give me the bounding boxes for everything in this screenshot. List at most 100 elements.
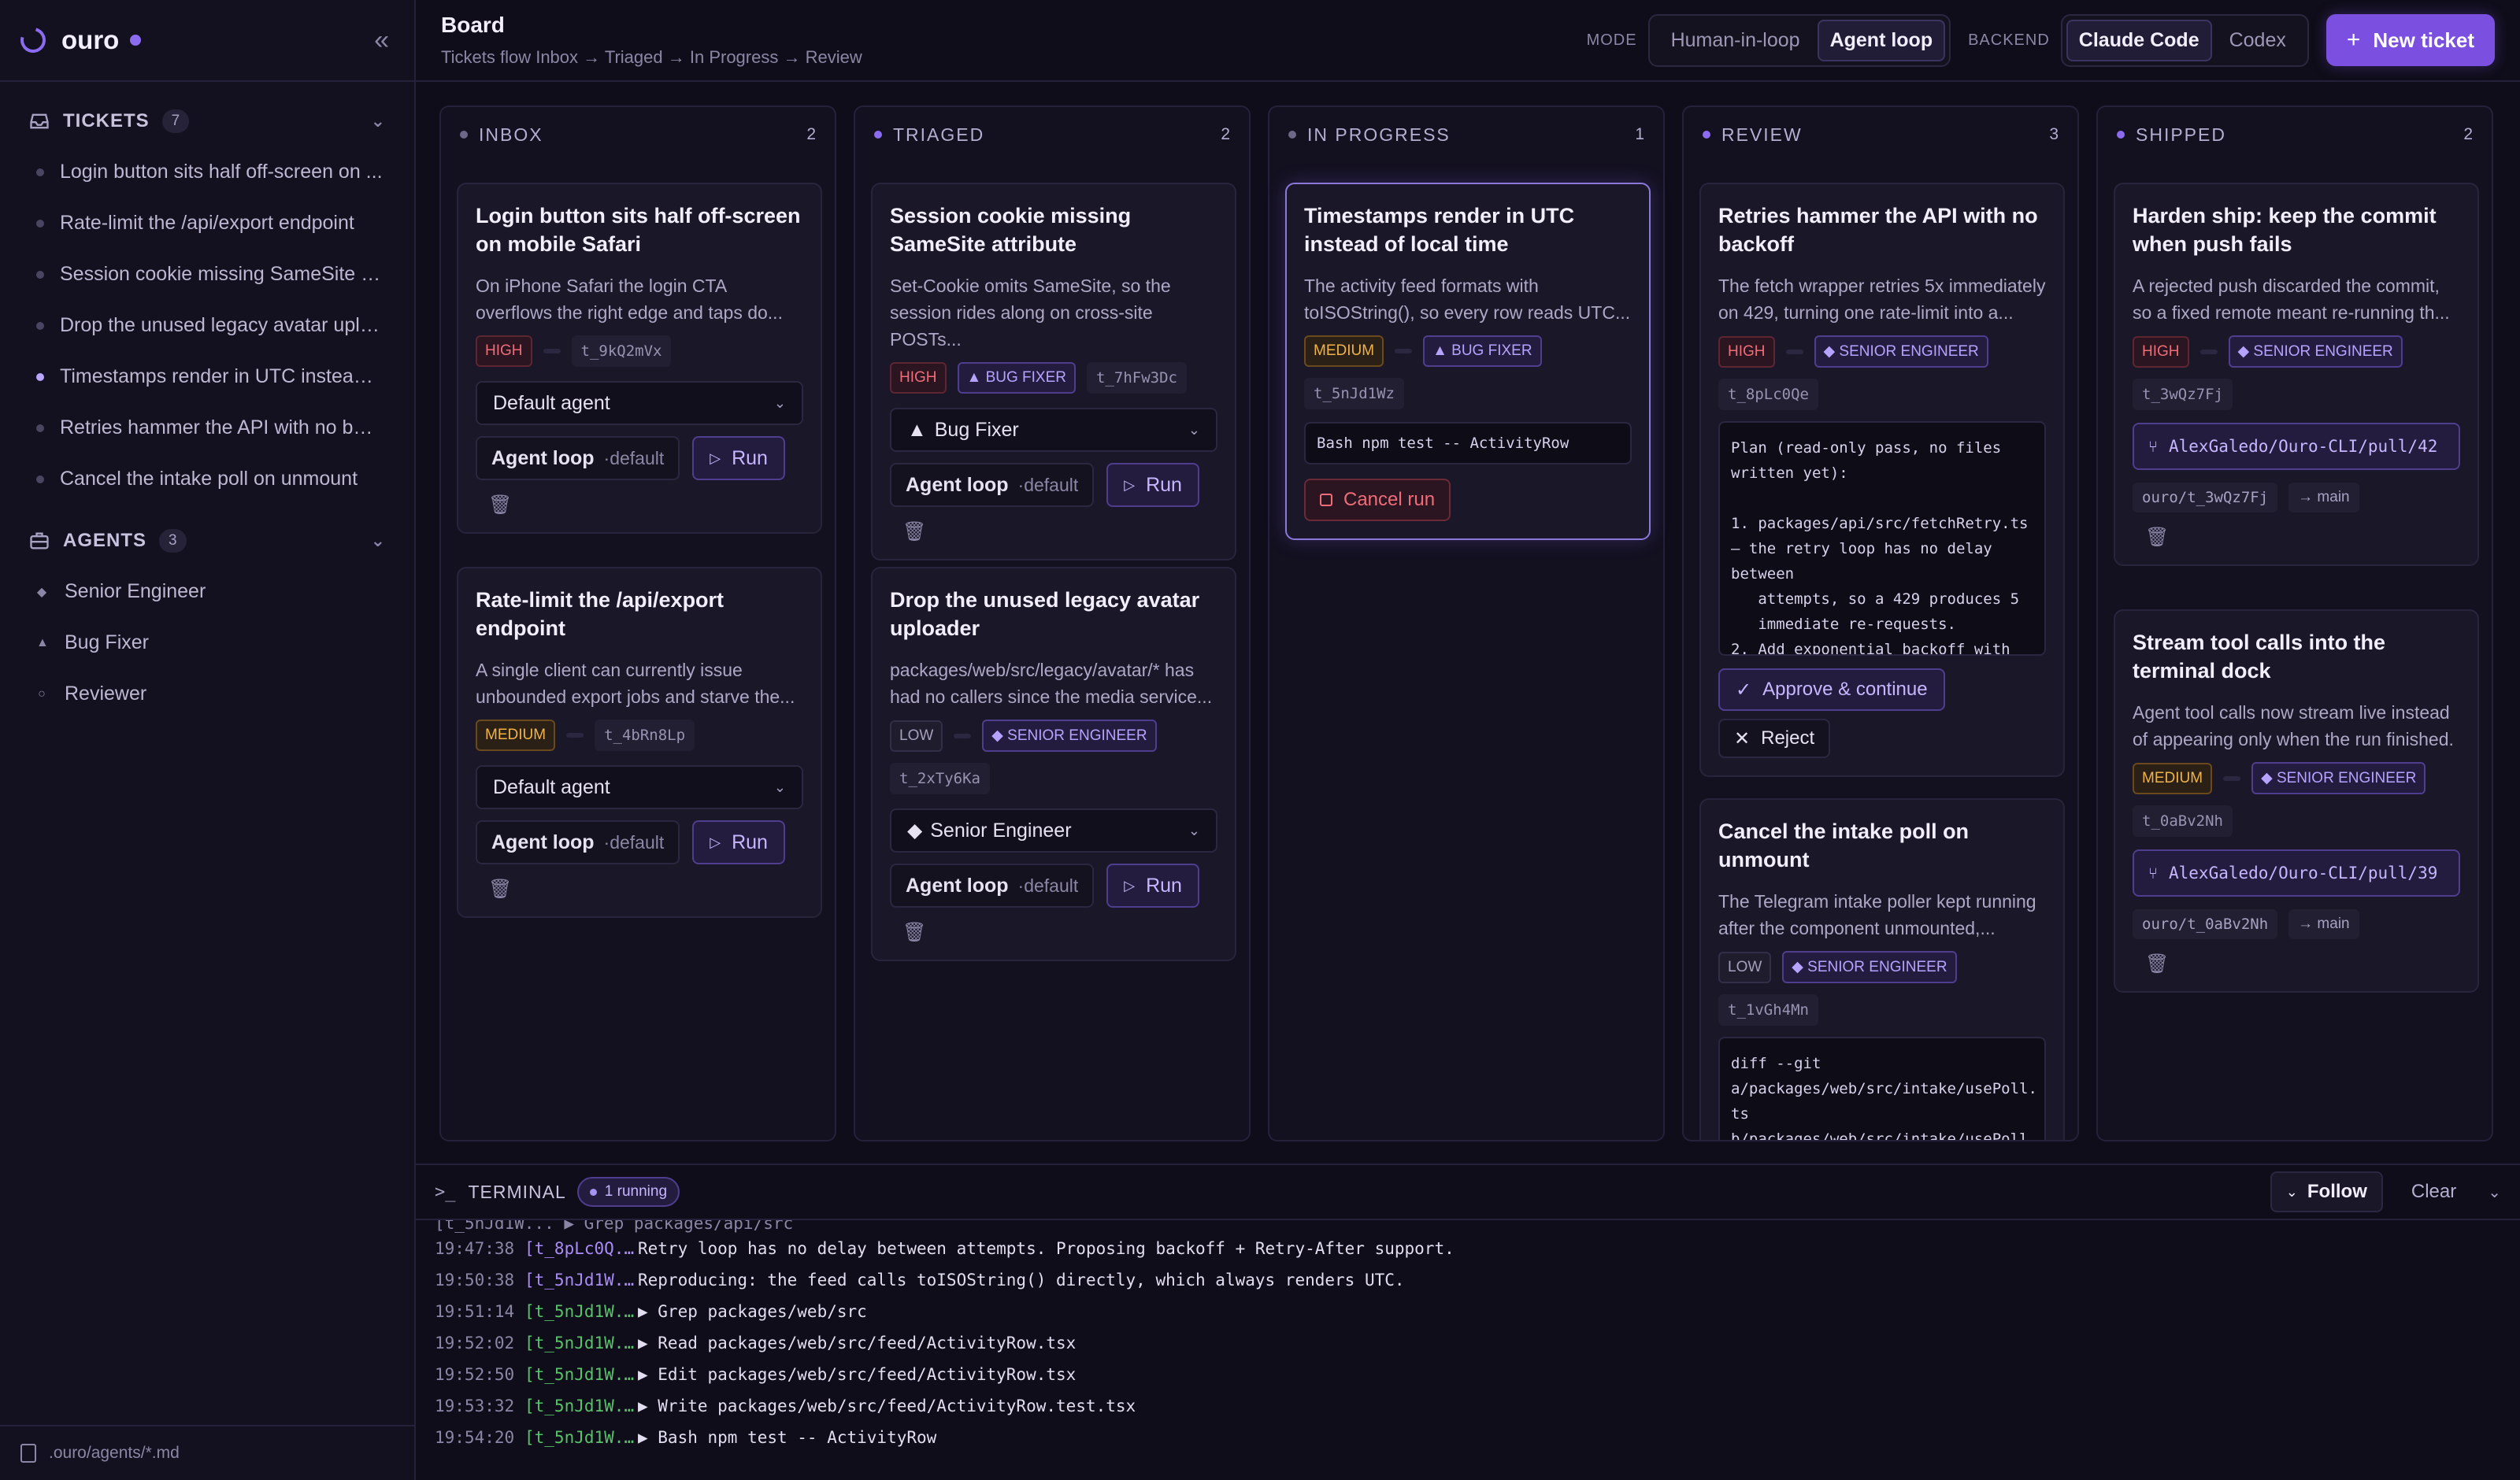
agents-path: .ouro/agents/*.md: [49, 1444, 180, 1462]
trash-icon[interactable]: 🗑: [2145, 955, 2169, 974]
divider: [2223, 775, 2241, 781]
reject-button[interactable]: ✕ Reject: [1718, 719, 1831, 758]
bullet-dot-icon: [36, 475, 44, 483]
log-time: 19:50:38: [435, 1271, 515, 1289]
ticket-card[interactable]: Cancel the intake poll on unmount The Te…: [1699, 798, 2065, 1140]
list-item[interactable]: Timestamps render in UTC instead o...: [0, 351, 414, 402]
collapse-sidebar-icon[interactable]: «: [374, 27, 389, 54]
loop-sub: ·default: [1017, 875, 1079, 896]
list-item[interactable]: Rate-limit the /api/export endpoint: [0, 198, 414, 249]
ticket-card[interactable]: Drop the unused legacy avatar uploader p…: [871, 567, 1236, 961]
trash-icon[interactable]: 🗑: [902, 523, 926, 542]
agent-select[interactable]: ▲ Bug Fixer ⌄: [890, 408, 1217, 452]
run-button[interactable]: ▷ Run: [1106, 463, 1199, 507]
tickets-count-badge: 7: [161, 109, 190, 133]
list-item[interactable]: Cancel the intake poll on unmount: [0, 453, 414, 505]
agent-select[interactable]: Default agent ⌄: [476, 765, 803, 809]
pull-request-link[interactable]: ⑂ AlexGaledo/Ouro-CLI/pull/42: [2133, 423, 2460, 470]
play-icon: ▷: [1124, 877, 1136, 894]
log-message: ▶ Edit packages/web/src/feed/ActivityRow…: [638, 1365, 1077, 1384]
cancel-run-button[interactable]: Cancel run: [1304, 479, 1451, 521]
sidebar-item-reviewer[interactable]: ○ Reviewer: [0, 668, 414, 720]
log-time: 19:47:38: [435, 1239, 515, 1258]
new-ticket-button[interactable]: + New ticket: [2325, 14, 2495, 66]
agents-section-header[interactable]: AGENTS 3 ⌄: [0, 520, 414, 561]
sidebar-item-bug-fixer[interactable]: ▲ Bug Fixer: [0, 617, 414, 668]
card-description: The activity feed formats with toISOStri…: [1304, 276, 1631, 323]
card-description: A rejected push discarded the commit, so…: [2133, 276, 2450, 323]
card-title: Stream tool calls into the terminal dock: [2133, 631, 2386, 683]
column-header: SHIPPED 2: [2098, 107, 2492, 162]
collapse-terminal-icon[interactable]: ⌄: [2488, 1182, 2501, 1202]
trash-icon[interactable]: 🗑: [2145, 528, 2169, 547]
ticket-card[interactable]: Timestamps render in UTC instead of loca…: [1285, 183, 1651, 540]
backend-claude-code[interactable]: Claude Code: [2066, 19, 2212, 61]
approve-label: Approve & continue: [1762, 679, 1928, 700]
git-branch-icon: ⑂: [2148, 437, 2158, 456]
log-line: 19:52:50 [t_5nJd1W... ▶ Edit packages/we…: [435, 1359, 2501, 1390]
page-subtitle: Tickets flow Inbox → Triaged → In Progre…: [441, 47, 862, 67]
pull-request-link[interactable]: ⑂ AlexGaledo/Ouro-CLI/pull/39: [2133, 849, 2460, 897]
tickets-section-header[interactable]: TICKETS 7 ⌄: [0, 101, 414, 142]
list-item[interactable]: Login button sits half off-screen on ...: [0, 146, 414, 198]
reject-label: Reject: [1761, 727, 1815, 749]
column-count: 2: [2463, 125, 2473, 143]
card-title: Drop the unused legacy avatar uploader: [890, 588, 1200, 640]
chevron-down-icon[interactable]: ⌄: [371, 111, 386, 131]
run-button[interactable]: ▷ Run: [1106, 864, 1199, 908]
ticket-id: t_1vGh4Mn: [1718, 994, 1818, 1026]
sidebar-item-senior-engineer[interactable]: ◆ Senior Engineer: [0, 566, 414, 617]
card-description: Set-Cookie omits SameSite, so the sessio…: [890, 276, 1171, 350]
ticket-card[interactable]: Rate-limit the /api/export endpoint A si…: [457, 567, 822, 918]
clear-button[interactable]: Clear: [2411, 1181, 2456, 1203]
column-count: 1: [1635, 125, 1644, 143]
ticket-card[interactable]: Harden ship: keep the commit when push f…: [2114, 183, 2479, 566]
follow-button[interactable]: ⌄ Follow: [2270, 1171, 2383, 1212]
trash-icon[interactable]: 🗑: [488, 880, 512, 899]
agent-select[interactable]: ◆ Senior Engineer ⌄: [890, 808, 1217, 853]
divider: [1785, 349, 1803, 354]
mode-label: MODE: [1586, 31, 1637, 49]
agent-select[interactable]: Default agent ⌄: [476, 381, 803, 425]
chevron-down-icon: ⌄: [2285, 1183, 2298, 1200]
divider: [954, 733, 972, 738]
running-label: 1 running: [604, 1183, 668, 1200]
run-button[interactable]: ▷ Run: [692, 820, 785, 864]
priority-badge: LOW: [1718, 951, 1772, 983]
trash-icon[interactable]: 🗑: [488, 496, 512, 515]
column-header: IN PROGRESS 1: [1269, 107, 1663, 162]
ticket-card[interactable]: Session cookie missing SameSite attribut…: [871, 183, 1236, 561]
approve-continue-button[interactable]: ✓ Approve & continue: [1718, 668, 1945, 711]
chevron-down-icon[interactable]: ⌄: [371, 531, 386, 551]
plan-output: Plan (read-only pass, no files written y…: [1718, 421, 2046, 656]
circle-icon: ○: [38, 686, 46, 701]
role-label: SENIOR ENGINEER: [1807, 959, 1947, 975]
ticket-label: Retries hammer the API with no bac...: [60, 416, 383, 438]
run-label: Run: [732, 831, 768, 853]
loop-mode-chip: Agent loop ·default: [890, 463, 1095, 507]
list-item[interactable]: Drop the unused legacy avatar uplo...: [0, 300, 414, 351]
list-item[interactable]: Retries hammer the API with no bac...: [0, 402, 414, 453]
divider: [566, 733, 584, 738]
agent-label: Bug Fixer: [65, 631, 149, 653]
priority-badge: MEDIUM: [476, 720, 556, 751]
running-badge: 1 running: [576, 1177, 680, 1207]
triangle-icon: ▲: [36, 635, 49, 649]
list-item[interactable]: Session cookie missing SameSite att...: [0, 249, 414, 300]
card-description: On iPhone Safari the login CTA overflows…: [476, 276, 783, 323]
ticket-label: Drop the unused legacy avatar uplo...: [60, 314, 383, 336]
terminal-log: [t_5nJd1W... ▶ Grep packages/api/src 19:…: [435, 1220, 2501, 1480]
mode-human-in-loop[interactable]: Human-in-loop: [1654, 20, 1818, 61]
bullet-dot-icon: [36, 168, 44, 176]
diamond-icon: ◆: [36, 585, 47, 599]
mode-agent-loop[interactable]: Agent loop: [1817, 19, 1946, 61]
ticket-card[interactable]: Stream tool calls into the terminal dock…: [2114, 609, 2479, 993]
run-button[interactable]: ▷ Run: [692, 436, 785, 480]
column-review: REVIEW 3 Retries hammer the API with no …: [1682, 105, 2079, 1141]
bullet-dot-icon: [36, 321, 44, 330]
ticket-card[interactable]: Retries hammer the API with no backoff T…: [1699, 183, 2065, 777]
backend-codex[interactable]: Codex: [2212, 20, 2303, 61]
ticket-id: t_4bRn8Lp: [595, 720, 695, 751]
ticket-card[interactable]: Login button sits half off-screen on mob…: [457, 183, 822, 534]
trash-icon[interactable]: 🗑: [902, 923, 926, 942]
